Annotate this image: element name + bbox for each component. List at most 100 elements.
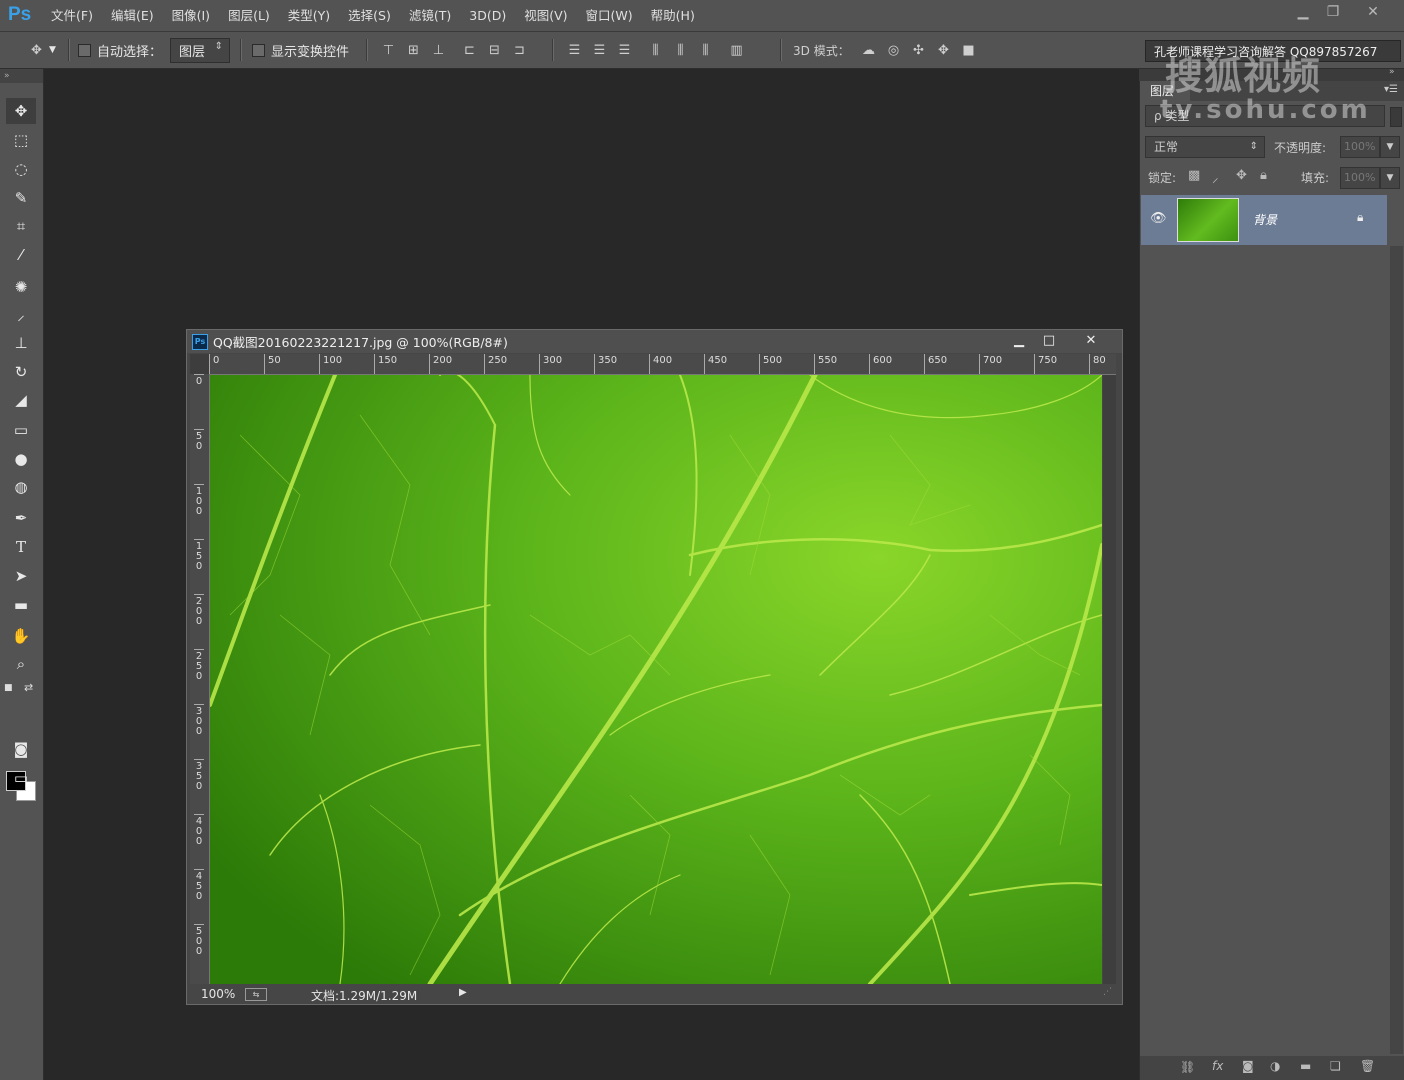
3d-pan-icon[interactable]: ✣ [911, 43, 926, 58]
restore-app-button[interactable]: ❐ [1318, 2, 1348, 22]
opacity-slider-toggle[interactable]: ▼ [1380, 136, 1400, 158]
gradient-tool-icon[interactable]: ▭ [6, 417, 36, 443]
align-top-icon[interactable]: ⊤ [381, 43, 396, 58]
menu-item[interactable]: 窗口(W) [577, 0, 642, 31]
menu-item[interactable]: 类型(Y) [279, 0, 339, 31]
doc-maximize-button[interactable]: □ [1035, 331, 1063, 351]
canvas-scroll-track[interactable] [1103, 375, 1116, 984]
quick-select-tool-icon[interactable]: ✎ [6, 185, 36, 211]
healing-brush-tool-icon[interactable]: ✺ [6, 274, 36, 300]
status-menu-arrow-icon[interactable]: ▶ [459, 987, 467, 998]
show-transform-checkbox[interactable] [252, 43, 265, 57]
layer-row-background[interactable]: 👁︎ 背景 🔒︎ [1141, 195, 1387, 245]
menu-item[interactable]: 选择(S) [339, 0, 400, 31]
lock-transparent-icon[interactable]: ▩ [1188, 168, 1200, 183]
resize-grip-icon[interactable]: ⋰ [1103, 987, 1115, 999]
filter-toggle[interactable] [1390, 107, 1402, 127]
move-tool-preset[interactable]: ✥ ▼ [24, 32, 56, 68]
lock-all-icon[interactable]: 🔒︎ [1260, 168, 1267, 183]
menu-item[interactable]: 帮助(H) [642, 0, 704, 31]
menu-item[interactable]: 图像(I) [163, 0, 219, 31]
layer-name[interactable]: 背景 [1253, 211, 1277, 228]
menu-item[interactable]: 滤镜(T) [400, 0, 460, 31]
distribute-hcenter-icon[interactable]: ⫼ [673, 43, 688, 58]
menu-item[interactable]: 3D(D) [460, 0, 515, 31]
path-select-tool-icon[interactable]: ➤ [6, 563, 36, 589]
fill-input[interactable]: 100% [1340, 167, 1380, 189]
collapse-panels-icon[interactable]: » [1389, 67, 1395, 77]
screen-mode-icon[interactable]: ▭ [6, 765, 36, 791]
align-bottom-icon[interactable]: ⊥ [431, 43, 446, 58]
menu-item[interactable]: 编辑(E) [102, 0, 163, 31]
lock-pixels-icon[interactable]: ⸝ [1212, 168, 1219, 186]
doc-close-button[interactable]: ✕ [1077, 331, 1105, 351]
image-canvas[interactable] [210, 375, 1102, 984]
align-hcenter-icon[interactable]: ⊟ [487, 43, 502, 58]
adjustment-layer-icon[interactable]: ◑ [1270, 1059, 1280, 1073]
crop-tool-icon[interactable]: ⌗ [6, 213, 36, 239]
share-image-icon[interactable]: ⇆ [245, 988, 267, 1001]
layers-panel-footer: ⛓ fx ◙ ◑ ▬ ❏ 🗑︎ [1140, 1056, 1404, 1080]
visibility-eye-icon[interactable]: 👁︎ [1150, 211, 1167, 226]
doc-minimize-button[interactable]: ▁ [1005, 331, 1033, 351]
horizontal-ruler[interactable]: 0 50 100 150 200 250 300 350 400 450 500 550 600 650 7… [209, 354, 1116, 375]
blend-mode-dropdown[interactable]: 正常 ⇕ [1145, 136, 1265, 158]
3d-rotate-icon[interactable]: ☁ [861, 43, 876, 58]
fx-icon[interactable]: fx [1212, 1059, 1223, 1073]
close-app-button[interactable]: ✕ [1358, 2, 1388, 22]
layers-scrollbar[interactable] [1390, 246, 1403, 1054]
new-layer-icon[interactable]: ❏ [1330, 1059, 1341, 1073]
rectangle-tool-icon[interactable]: ▬ [6, 592, 36, 618]
3d-roll-icon[interactable]: ◎ [886, 43, 901, 58]
vertical-ruler[interactable]: 0 50 100 150 200 250 300 350 400 450 500 [190, 374, 210, 984]
zoom-level[interactable]: 100% [201, 987, 235, 1001]
ruler-tick-label: 500 [194, 924, 204, 979]
auto-select-group: 自动选择： [78, 32, 162, 68]
link-layers-icon[interactable]: ⛓ [1180, 1060, 1195, 1074]
swap-colors-icon[interactable]: ⇄ [24, 681, 33, 694]
dodge-tool-icon[interactable]: ◍ [6, 474, 36, 500]
menu-item[interactable]: 图层(L) [219, 0, 279, 31]
hand-tool-icon[interactable]: ✋ [6, 623, 36, 649]
ruler-origin[interactable] [190, 354, 209, 374]
distribute-vcenter-icon[interactable]: ☰ [592, 43, 607, 58]
document-titlebar[interactable]: Ps QQ截图20160223221217.jpg @ 100%(RGB/8#)… [187, 330, 1122, 353]
auto-align-icon[interactable]: ▥ [729, 43, 744, 58]
opacity-input[interactable]: 100% [1340, 136, 1380, 158]
3d-scale-icon[interactable]: ■ [961, 43, 976, 58]
distribute-right-icon[interactable]: ⫼ [698, 43, 713, 58]
lock-position-icon[interactable]: ✥ [1236, 168, 1247, 183]
3d-slide-icon[interactable]: ✥ [936, 43, 951, 58]
auto-select-checkbox[interactable] [78, 43, 91, 57]
align-right-icon[interactable]: ⊐ [512, 43, 527, 58]
move-tool-icon[interactable]: ✥ [6, 98, 36, 124]
fill-slider-toggle[interactable]: ▼ [1380, 167, 1400, 189]
menu-item[interactable]: 视图(V) [515, 0, 576, 31]
type-tool-icon[interactable]: T [6, 534, 36, 560]
delete-layer-icon[interactable]: 🗑︎ [1360, 1059, 1375, 1073]
default-colors-icon[interactable]: ■ [4, 683, 13, 693]
clone-stamp-tool-icon[interactable]: ⊥ [6, 330, 36, 356]
quick-mask-icon[interactable]: ◙ [6, 736, 36, 762]
blur-tool-icon[interactable]: ● [6, 446, 36, 472]
history-brush-tool-icon[interactable]: ↻ [6, 359, 36, 385]
align-vcenter-icon[interactable]: ⊞ [406, 43, 421, 58]
marquee-tool-icon[interactable]: ⬚ [6, 127, 36, 153]
brush-tool-icon[interactable]: ⸝ [6, 302, 36, 328]
distribute-top-icon[interactable]: ☰ [567, 43, 582, 58]
minimize-app-button[interactable]: ▁ [1288, 2, 1318, 22]
pen-tool-icon[interactable]: ✒ [6, 505, 36, 531]
lasso-tool-icon[interactable]: ◌ [6, 156, 36, 182]
align-left-icon[interactable]: ⊏ [462, 43, 477, 58]
zoom-tool-icon[interactable]: ⌕ [6, 651, 36, 677]
new-group-icon[interactable]: ▬ [1300, 1059, 1311, 1073]
distribute-bottom-icon[interactable]: ☰ [617, 43, 632, 58]
menu-item[interactable]: 文件(F) [42, 0, 102, 31]
eraser-tool-icon[interactable]: ◢ [6, 387, 36, 413]
add-mask-icon[interactable]: ◙ [1242, 1059, 1254, 1073]
panel-menu-icon[interactable]: ▾☰ [1384, 84, 1398, 95]
eyedropper-tool-icon[interactable]: ⁄ [6, 242, 36, 268]
distribute-left-icon[interactable]: ⫼ [648, 43, 663, 58]
toolbar-collapse-grip[interactable]: » [0, 69, 43, 83]
auto-select-dropdown[interactable]: 图层 [170, 37, 231, 63]
